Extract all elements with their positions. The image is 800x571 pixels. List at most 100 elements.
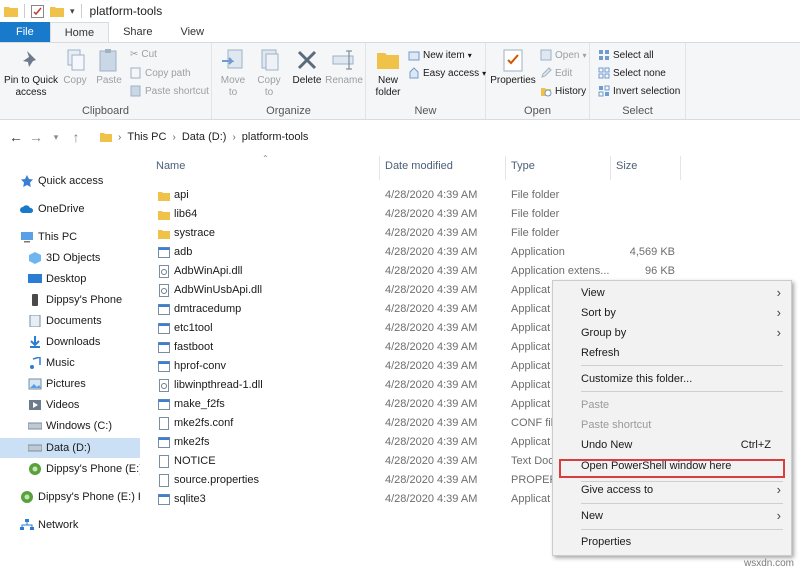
nav-item[interactable]: This PC [0,227,140,247]
menu-item-customize-folder[interactable]: Customize this folder... [553,369,791,389]
column-divider[interactable] [505,156,506,180]
column-divider[interactable] [379,156,380,180]
cut-button[interactable]: ✂ Cut [130,49,157,60]
file-type-icon [158,208,170,221]
select-none-icon [598,67,610,79]
file-icon [159,455,169,468]
menu-item-give-access[interactable]: Give access to › [553,480,791,500]
up-arrow-icon[interactable]: ↑ [66,129,86,145]
menu-item-refresh[interactable]: Refresh [553,343,791,363]
forward-arrow-icon[interactable]: → [26,129,46,145]
breadcrumb-platform-tools[interactable]: platform-tools [242,131,309,143]
easy-access-button[interactable]: Easy access ▾ [408,67,486,79]
select-all-button[interactable]: Select all [598,49,654,61]
properties-checkbox-icon[interactable] [31,4,44,18]
file-name: etc1tool [174,322,213,334]
open-button[interactable]: Open ▾ [540,49,586,61]
tab-view[interactable]: View [166,22,218,42]
select-group: Select all Select none Invert selection … [590,43,686,119]
highlight-box [559,459,785,478]
nav-item[interactable]: Quick access [0,171,140,191]
paste-shortcut-button[interactable]: Paste shortcut [130,85,209,97]
new-item-label: New item [423,49,465,61]
invert-selection-button[interactable]: Invert selection [598,85,680,97]
file-date: 4/28/2020 4:39 AM [385,284,478,296]
tab-file[interactable]: File [0,22,50,42]
copy-to-button[interactable]: Copy to [252,47,286,99]
nav-item[interactable]: Downloads [0,332,140,352]
menu-item-properties[interactable]: Properties [553,532,791,552]
rename-button[interactable]: Rename [325,47,363,87]
menu-item-sort-by[interactable]: Sort by › [553,303,791,323]
window-title: platform-tools [89,4,163,18]
copy-button[interactable]: Copy [60,47,90,87]
new-folder-icon[interactable] [50,5,64,17]
menu-item-view[interactable]: View › [553,283,791,303]
select-none-button[interactable]: Select none [598,67,666,79]
edit-button[interactable]: Edit [540,67,572,79]
new-item-button[interactable]: New item ▾ [408,49,472,61]
column-header-size[interactable]: Size [616,160,637,172]
recent-chevron-icon[interactable]: ▾ [46,132,66,143]
file-row[interactable]: systrace 4/28/2020 4:39 AM File folder [150,224,800,243]
file-row[interactable]: api 4/28/2020 4:39 AM File folder [150,186,800,205]
delete-button[interactable]: Delete [290,47,324,87]
open-label: Open [555,49,580,61]
nav-item[interactable]: Windows (C:) [0,416,140,436]
pin-icon [22,51,36,68]
menu-item-paste-shortcut[interactable]: Paste shortcut [553,415,791,435]
menu-item-group-by[interactable]: Group by › [553,323,791,343]
column-header-type[interactable]: Type [511,160,535,172]
paste-button[interactable]: Paste [94,47,124,87]
column-divider[interactable] [610,156,611,180]
file-row[interactable]: lib64 4/28/2020 4:39 AM File folder [150,205,800,224]
file-icon [159,417,169,430]
nav-item[interactable]: Pictures [0,374,140,394]
new-folder-button[interactable]: New folder [370,47,406,99]
breadcrumb-data-d[interactable]: Data (D:) [182,131,227,143]
nav-item[interactable]: Documents [0,311,140,331]
column-divider[interactable] [680,156,681,180]
properties-button[interactable]: Properties [488,47,538,87]
breadcrumb-this-pc[interactable]: This PC [127,131,166,143]
back-arrow-icon[interactable]: ← [6,129,26,145]
file-row[interactable]: adb 4/28/2020 4:39 AM Application 4,569 KB [150,243,800,262]
menu-item-new[interactable]: New › [553,506,791,526]
column-header-date[interactable]: Date modified [385,160,453,172]
nav-item[interactable]: 3D Objects [0,248,140,268]
nav-item[interactable]: Music [0,353,140,373]
menu-separator [581,503,783,504]
nav-item[interactable]: Videos [0,395,140,415]
nav-item[interactable]: Data (D:) [0,438,140,458]
select-group-label: Select [622,105,653,117]
file-name: lib64 [174,208,198,220]
file-date: 4/28/2020 4:39 AM [385,303,478,315]
copy-icon [67,49,85,71]
tab-share[interactable]: Share [109,22,166,42]
history-button[interactable]: History [540,85,586,97]
select-all-label: Select all [613,49,654,61]
nav-item[interactable]: OneDrive [0,199,140,219]
tab-home[interactable]: Home [49,22,110,42]
breadcrumb-chevron-icon[interactable]: › [118,132,121,143]
file-type: Applicat [511,360,551,372]
pc-icon [20,231,34,243]
video-icon [28,399,42,411]
menu-item-paste[interactable]: Paste [553,395,791,415]
pin-to-quick-access-button[interactable]: Pin to Quick access [4,47,58,99]
breadcrumb-chevron-icon[interactable]: › [232,132,235,143]
paste-shortcut-label: Paste shortcut [145,85,209,97]
nav-item[interactable]: Dippsy's Phone (E:) [0,459,140,479]
nav-item[interactable]: Network [0,515,140,535]
file-type-icon [158,322,170,335]
breadcrumb-chevron-icon[interactable]: › [172,132,175,143]
nav-item[interactable]: Desktop [0,269,140,289]
move-to-button[interactable]: Move to [216,47,250,99]
column-header-name[interactable]: Name [156,160,185,172]
nav-item[interactable]: Dippsy's Phone [0,290,140,310]
chevron-down-icon[interactable]: ▾ [70,6,75,17]
file-row[interactable]: AdbWinApi.dll 4/28/2020 4:39 AM Applicatio… [150,262,800,281]
nav-item[interactable]: Dippsy's Phone (E:) H [0,487,140,507]
menu-item-undo-new[interactable]: Undo New Ctrl+Z [553,435,791,455]
copy-path-button[interactable]: Copy path [130,67,191,79]
